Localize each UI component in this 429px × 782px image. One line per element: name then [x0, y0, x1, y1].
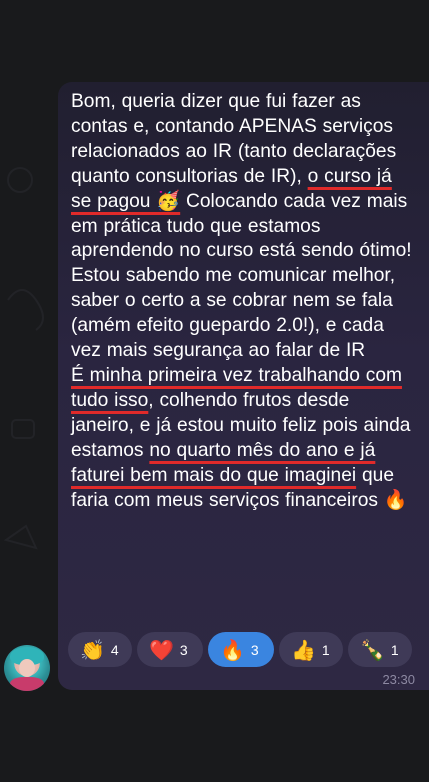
chat-wallpaper-doodles: [3, 167, 44, 550]
avatar-face: [19, 659, 35, 677]
reaction-count: 1: [390, 641, 399, 658]
message-text: Bom, queria dizer que fui fazer as conta…: [71, 90, 415, 513]
reaction-count: 3: [179, 641, 188, 658]
sender-avatar[interactable]: [4, 645, 50, 691]
champagne-icon: 🍾: [360, 637, 385, 662]
reaction-count: 3: [250, 641, 259, 658]
reaction-red-heart[interactable]: ❤️ 3: [137, 632, 203, 667]
reactions-bar: 👏 4 ❤️ 3 🔥 3 👍 1 🍾 1: [68, 632, 412, 667]
red-heart-icon: ❤️: [149, 637, 174, 662]
thumbs-up-icon: 👍: [291, 637, 316, 662]
reaction-champagne[interactable]: 🍾 1: [348, 632, 412, 667]
message-timestamp: 23:30: [382, 672, 415, 687]
message-text-segment: Colocando cada vez mais em prática tudo …: [71, 190, 412, 362]
reaction-count: 4: [110, 641, 119, 658]
reaction-clapping-hands[interactable]: 👏 4: [68, 632, 132, 667]
fire-icon: 🔥: [220, 637, 245, 662]
reaction-count: 1: [321, 641, 330, 658]
message-bubble[interactable]: Bom, queria dizer que fui fazer as conta…: [58, 82, 429, 690]
reaction-thumbs-up[interactable]: 👍 1: [279, 632, 343, 667]
avatar-shirt: [10, 677, 44, 691]
reaction-fire[interactable]: 🔥 3: [208, 632, 274, 667]
clapping-hands-icon: 👏: [80, 637, 105, 662]
